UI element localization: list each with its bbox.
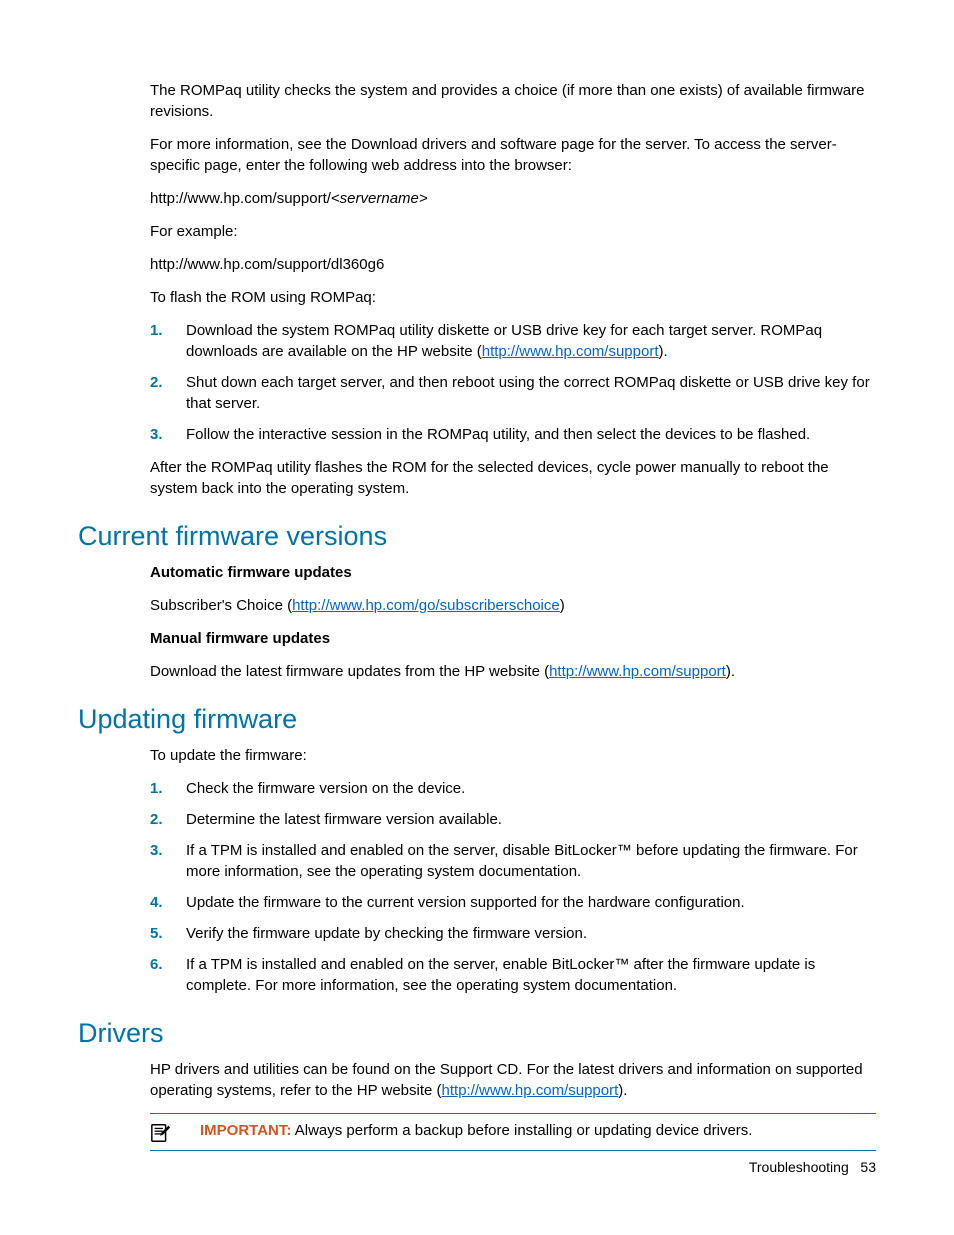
url-template: http://www.hp.com/support/<servername> — [150, 188, 876, 209]
list-item: Follow the interactive session in the RO… — [186, 424, 876, 445]
important-text: IMPORTANT: Always perform a backup befor… — [200, 1120, 752, 1141]
support-link[interactable]: http://www.hp.com/support — [442, 1082, 619, 1099]
heading-updating-firmware: Updating firmware — [78, 704, 876, 735]
heading-current-firmware: Current firmware versions — [78, 521, 876, 552]
auto-updates-text: Subscriber's Choice (http://www.hp.com/g… — [150, 595, 876, 616]
auto-updates-label: Automatic firmware updates — [150, 562, 876, 583]
note-icon — [150, 1122, 172, 1144]
list-item: If a TPM is installed and enabled on the… — [186, 954, 876, 996]
url-example: http://www.hp.com/support/dl360g6 — [150, 254, 876, 275]
flash-steps-list: Download the system ROMPaq utility diske… — [78, 320, 876, 445]
flash-intro: To flash the ROM using ROMPaq: — [150, 287, 876, 308]
after-flash: After the ROMPaq utility flashes the ROM… — [150, 457, 876, 499]
subscribers-choice-link[interactable]: http://www.hp.com/go/subscriberschoice — [292, 597, 560, 614]
footer-section: Troubleshooting — [749, 1159, 849, 1175]
support-link[interactable]: http://www.hp.com/support — [482, 343, 659, 360]
list-item: If a TPM is installed and enabled on the… — [186, 840, 876, 882]
important-label: IMPORTANT: — [200, 1122, 291, 1139]
list-item: Determine the latest firmware version av… — [186, 809, 876, 830]
list-item: Download the system ROMPaq utility diske… — [186, 320, 876, 362]
list-item: Verify the firmware update by checking t… — [186, 923, 876, 944]
updating-intro: To update the firmware: — [150, 745, 876, 766]
footer-page-number: 53 — [860, 1159, 876, 1175]
intro-p2: For more information, see the Download d… — [150, 134, 876, 176]
for-example: For example: — [150, 221, 876, 242]
list-item: Check the firmware version on the device… — [186, 778, 876, 799]
list-item: Update the firmware to the current versi… — [186, 892, 876, 913]
drivers-text: HP drivers and utilities can be found on… — [150, 1059, 876, 1101]
intro-p1: The ROMPaq utility checks the system and… — [150, 80, 876, 122]
important-callout: IMPORTANT: Always perform a backup befor… — [150, 1113, 876, 1151]
heading-drivers: Drivers — [78, 1018, 876, 1049]
list-item: Shut down each target server, and then r… — [186, 372, 876, 414]
updating-steps-list: Check the firmware version on the device… — [78, 778, 876, 996]
support-link[interactable]: http://www.hp.com/support — [549, 663, 726, 680]
page-footer: Troubleshooting 53 — [749, 1159, 876, 1175]
manual-updates-label: Manual firmware updates — [150, 628, 876, 649]
manual-updates-text: Download the latest firmware updates fro… — [150, 661, 876, 682]
